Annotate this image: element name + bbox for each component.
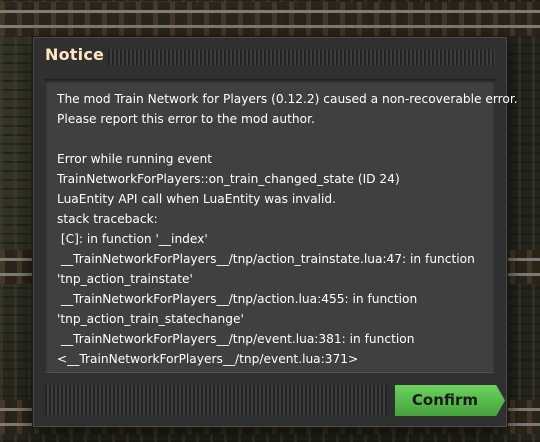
message-line: Please report this error to the mod auth… <box>57 112 315 126</box>
message-line: TrainNetworkForPlayers::on_train_changed… <box>57 172 400 186</box>
message-line: stack traceback: <box>57 212 158 226</box>
message-line: Error while running event <box>57 152 213 166</box>
message-line: 'tnp_action_train_statechange' <box>57 312 244 326</box>
message-line: [C]: in function '__index' <box>57 232 208 246</box>
titlebar-drag-handle[interactable] <box>108 49 495 65</box>
message-line: __TrainNetworkForPlayers__/tnp/event.lua… <box>57 332 415 346</box>
notice-dialog: Notice The mod Train Network for Players… <box>32 36 518 428</box>
message-line: LuaEntity API call when LuaEntity was in… <box>57 192 337 206</box>
error-message-panel: The mod Train Network for Players (0.12.… <box>45 79 518 373</box>
message-line: __TrainNetworkForPlayers__/tnp/action_tr… <box>57 252 475 266</box>
dialog-footer: Confirm <box>33 379 507 425</box>
dialog-title: Notice <box>45 45 105 64</box>
confirm-button[interactable]: Confirm <box>395 385 505 416</box>
message-line <box>57 129 495 149</box>
message-line: 'tnp_action_trainstate' <box>57 272 193 286</box>
message-line: <__TrainNetworkForPlayers__/tnp/event.lu… <box>57 352 359 366</box>
background-rail-top <box>0 2 540 36</box>
message-line: __TrainNetworkForPlayers__/tnp/action.lu… <box>57 292 418 306</box>
footer-drag-handle[interactable] <box>45 385 387 415</box>
message-line: The mod Train Network for Players (0.12.… <box>57 92 518 106</box>
dialog-titlebar: Notice <box>33 37 507 77</box>
